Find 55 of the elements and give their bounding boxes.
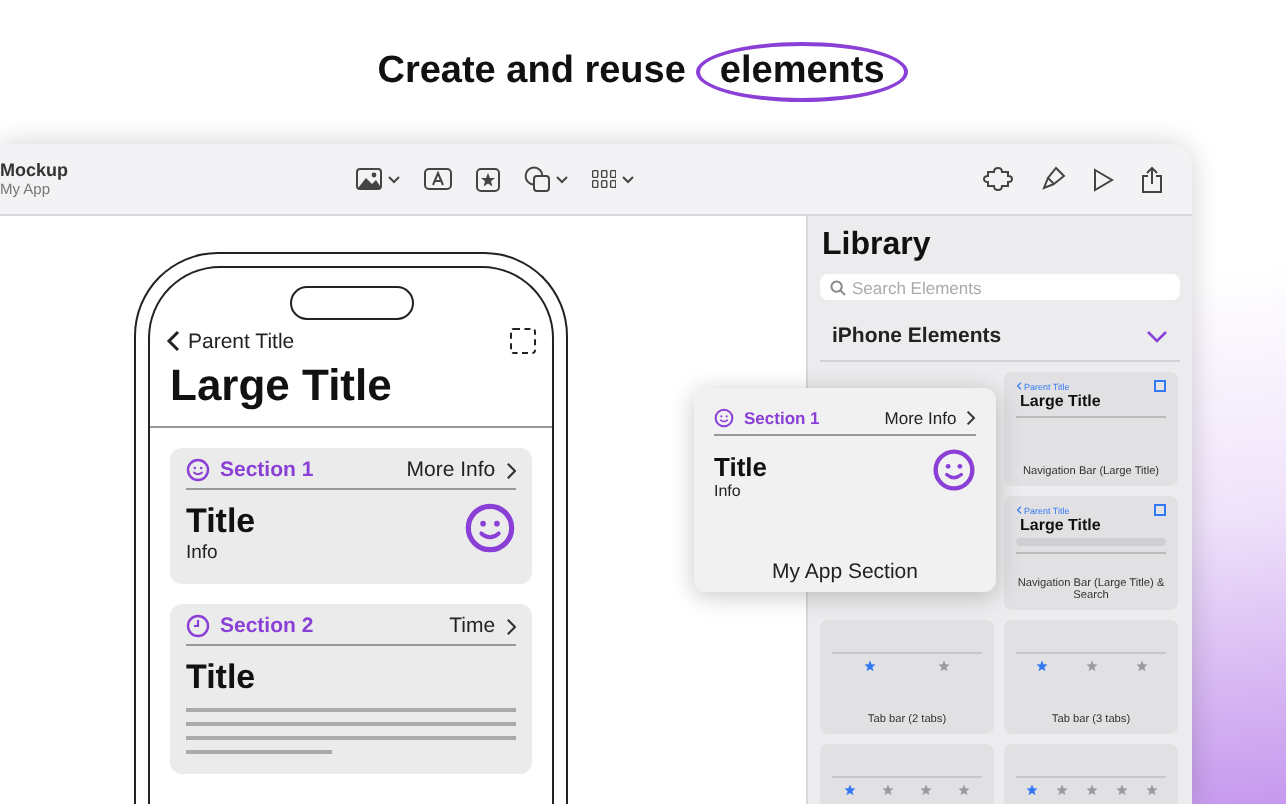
smiley-icon <box>714 408 734 428</box>
group-header[interactable]: iPhone Elements <box>820 300 1180 362</box>
text-box-icon[interactable] <box>424 168 452 190</box>
dynamic-island <box>289 286 413 320</box>
library-title: Library <box>822 228 933 264</box>
section-header: Section 2 <box>220 614 314 638</box>
chevron-right-icon <box>505 461 516 479</box>
highlighted-word: elements <box>695 42 909 102</box>
mini-square-icon <box>1154 380 1166 392</box>
mini-large-title: Large Title <box>1020 392 1101 410</box>
grid-menu-button[interactable] <box>592 170 634 188</box>
chevron-right-icon <box>505 617 516 635</box>
mini-square-icon <box>1154 504 1166 516</box>
headline: Create and reuse <box>377 50 686 94</box>
share-icon[interactable] <box>1140 165 1164 193</box>
section-title: Title <box>714 451 767 481</box>
back-chevron-icon <box>1016 506 1022 514</box>
dragged-element-card[interactable]: Section 1 More Info Title Info My App Section <box>694 388 996 592</box>
grid-icon <box>592 170 616 188</box>
mini-large-title: Large Title <box>1020 516 1101 534</box>
play-icon[interactable] <box>1092 167 1114 191</box>
image-icon <box>356 168 382 190</box>
back-chevron-icon <box>1016 382 1022 390</box>
caret-icon <box>388 175 400 183</box>
section-accessory: Time <box>449 614 516 638</box>
section-title: Title <box>186 502 256 542</box>
search-field[interactable]: Search Elements <box>820 274 1180 300</box>
image-menu-button[interactable] <box>356 168 400 190</box>
window-title: Mockup <box>0 160 71 180</box>
large-title: Large Title <box>170 360 394 412</box>
section-title: Title <box>186 658 256 698</box>
section-header: Section 1 <box>744 408 820 428</box>
caret-icon <box>622 175 634 183</box>
brush-icon[interactable] <box>1040 166 1066 192</box>
section-info: Info <box>714 481 743 499</box>
shapes-icon <box>524 166 550 192</box>
section-header: Section 1 <box>220 458 314 482</box>
chevron-right-icon <box>966 410 976 426</box>
back-chevron-icon <box>166 330 180 352</box>
search-icon <box>830 279 846 295</box>
smiley-icon <box>464 502 516 554</box>
smiley-icon <box>932 448 976 492</box>
puzzle-icon[interactable] <box>982 166 1014 192</box>
section-accessory: More Info <box>406 458 516 482</box>
star-box-icon[interactable] <box>476 167 500 191</box>
dashed-square-icon <box>510 328 536 354</box>
section-accessory: More Info <box>884 408 976 428</box>
back-label[interactable]: Parent Title <box>188 329 295 353</box>
shapes-menu-button[interactable] <box>524 166 568 192</box>
clock-icon <box>186 614 210 638</box>
section-info: Info <box>186 542 220 564</box>
caret-icon <box>556 175 568 183</box>
element-name: My App Section <box>770 560 920 584</box>
chevron-down-icon <box>1146 329 1168 343</box>
smiley-icon <box>186 458 210 482</box>
